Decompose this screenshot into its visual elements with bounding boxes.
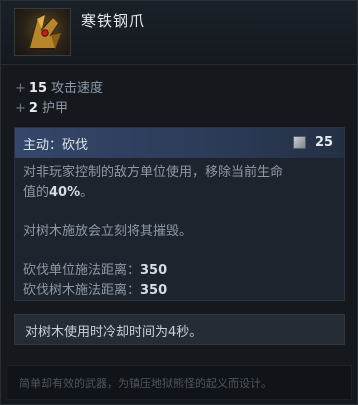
ability-title: 主动：砍伐 (23, 138, 89, 153)
item-name: 寒铁钢爪 (81, 12, 146, 30)
tree-description: 对树木施放会立刻将其摧毁。 (23, 224, 193, 239)
tree-cast-range: 砍伐树木施法距离：350 (23, 283, 168, 298)
cooldown-note: 对树木使用时冷却时间为4秒。 (14, 314, 345, 345)
ability-header: 主动：砍伐 25 (15, 128, 344, 158)
item-lore: 简单却有效的武器，为镇压地狱熊怪的起义而设计。 (6, 365, 352, 400)
stat-attack-speed: +15 攻击速度 (15, 81, 104, 96)
ability-description: 对非玩家控制的敌方单位使用，移除当前生命 值的40%。 对树木施放会立刻将其摧毁… (23, 163, 341, 301)
active-ability-panel: 主动：砍伐 25 对非玩家控制的敌方单位使用，移除当前生命 值的40%。 对树木… (14, 127, 345, 301)
item-stats: +15 攻击速度 +2 护甲 (15, 79, 103, 119)
cooldown-value: 25 (315, 135, 334, 150)
item-tooltip: 寒铁钢爪 +15 攻击速度 +2 护甲 主动：砍伐 25 对非玩家控制的敌方单位使用… (0, 0, 358, 405)
stat-armor: +2 护甲 (15, 101, 68, 116)
cooldown-icon (293, 136, 306, 149)
claw-item-icon (14, 8, 71, 56)
unit-cast-range: 砍伐单位施法距离：350 (23, 263, 168, 278)
percent-value: 40% (49, 185, 81, 200)
tooltip-header: 寒铁钢爪 (1, 1, 357, 65)
